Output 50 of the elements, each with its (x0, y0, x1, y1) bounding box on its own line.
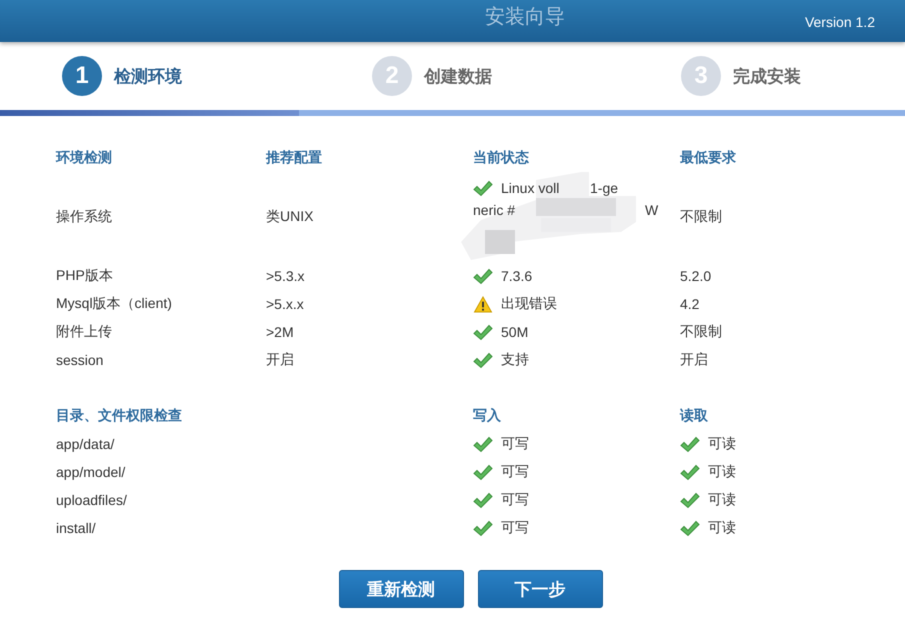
table-cell: 可写 (501, 435, 529, 453)
table-cell-text: uploadfiles/ (56, 491, 128, 510)
table-cell-text: PHP版本 (56, 266, 114, 285)
step-number: 1 (62, 56, 102, 96)
table-cell-text: app/data/ (56, 435, 116, 454)
version-label: Version 1.2 (804, 14, 875, 30)
table-cell: 7.3.6 (501, 268, 532, 284)
next-button[interactable]: 下一步 (478, 570, 602, 608)
table-cell-text: >5.x.x (266, 295, 305, 314)
table-cell-text: Mysql版本（client) (56, 294, 173, 313)
table-cell-text: >5.3.x (266, 267, 306, 286)
column-header: 读取 (680, 406, 709, 425)
table-cell-text: 开启 (680, 350, 709, 369)
table-cell-text: 1-ge (590, 179, 618, 198)
table-cell: 可写 (501, 463, 529, 481)
table-cell: 出现错误 (501, 295, 557, 313)
table-cell: 可读 (708, 463, 736, 481)
table-cell: 支持 (501, 351, 529, 369)
table-cell: 可写 (501, 519, 529, 537)
column-header: 最低要求 (680, 148, 737, 167)
table-cell-text: 操作系统 (56, 207, 113, 226)
table-cell: 可写 (501, 491, 529, 509)
table-cell: 50M (501, 324, 528, 340)
table-cell-text: 开启 (266, 350, 295, 369)
column-header: 环境检测 (56, 148, 113, 167)
table-cell: 可读 (708, 435, 736, 453)
step-label: 完成安装 (733, 66, 801, 88)
column-header: 当前状态 (473, 148, 530, 167)
table-cell-text: app/model/ (56, 463, 126, 482)
table-cell-text: 不限制 (680, 322, 723, 341)
table-cell: 可读 (708, 491, 736, 509)
column-header: 目录、文件权限检查 (56, 406, 183, 425)
column-header: 写入 (473, 406, 502, 425)
table-cell-text: Linux voll (501, 179, 560, 198)
table-cell-text: 不限制 (680, 207, 723, 226)
recheck-button[interactable]: 重新检测 (338, 570, 464, 608)
step-label: 创建数据 (424, 66, 492, 88)
table-cell-text: 4.2 (680, 295, 700, 314)
table-cell-text: neric # (473, 201, 516, 220)
table-cell-text: 5.2.0 (680, 267, 712, 286)
table-cell-text: session (56, 351, 104, 370)
table-cell-text: >2M (266, 323, 295, 342)
table-cell: 可读 (708, 519, 736, 537)
table-cell-text: 附件上传 (56, 322, 113, 341)
wizard-title: 安装向导 (485, 6, 565, 28)
table-cell-text: install/ (56, 519, 97, 538)
table-cell-text: W (645, 201, 658, 220)
step-label: 检测环境 (114, 66, 182, 88)
column-header: 推荐配置 (266, 148, 323, 167)
table-cell-text: 类UNIX (266, 207, 314, 226)
